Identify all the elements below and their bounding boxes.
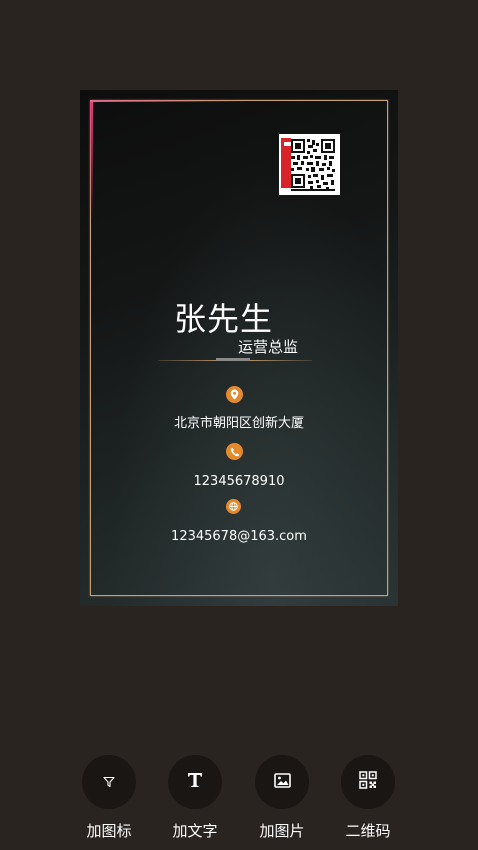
add-text-button[interactable]: 加文字 <box>160 755 230 841</box>
qrcode-label: 二维码 <box>345 822 391 840</box>
qr-code-image[interactable] <box>279 134 340 195</box>
text-icon <box>186 771 204 793</box>
qrcode-button[interactable]: 二维码 <box>333 755 403 841</box>
divider-accent <box>216 358 250 361</box>
phone-icon <box>226 443 243 460</box>
add-icon-button[interactable]: 加图标 <box>74 755 144 841</box>
card-job-title[interactable]: 运营总监 <box>238 336 298 357</box>
filter-icon <box>103 773 115 792</box>
card-address[interactable]: 北京市朝阳区创新大厦 <box>80 412 398 431</box>
card-phone[interactable]: 12345678910 <box>80 474 398 489</box>
globe-icon <box>226 499 241 514</box>
add-text-label: 加文字 <box>172 822 218 840</box>
add-image-button[interactable]: 加图片 <box>247 755 317 841</box>
add-icon-button-circle[interactable] <box>82 755 136 809</box>
business-card[interactable]: 张先生 运营总监 北京市朝阳区创新大厦 12345678910 12345678… <box>80 90 398 606</box>
add-image-button-circle[interactable] <box>255 755 309 809</box>
card-email[interactable]: 12345678@163.com <box>80 529 398 544</box>
add-image-label: 加图片 <box>259 822 305 840</box>
card-name[interactable]: 张先生 <box>174 294 273 340</box>
location-pin-icon <box>226 386 243 403</box>
bottom-toolbar: 加图标 加文字 加图片 二维码 <box>0 755 478 845</box>
add-icon-label: 加图标 <box>86 822 132 840</box>
qrcode-button-circle[interactable] <box>341 755 395 809</box>
editor-screen: 张先生 运营总监 北京市朝阳区创新大厦 12345678910 12345678… <box>0 0 478 850</box>
add-text-button-circle[interactable] <box>168 755 222 809</box>
image-icon <box>273 772 291 792</box>
qrcode-icon <box>359 771 377 793</box>
